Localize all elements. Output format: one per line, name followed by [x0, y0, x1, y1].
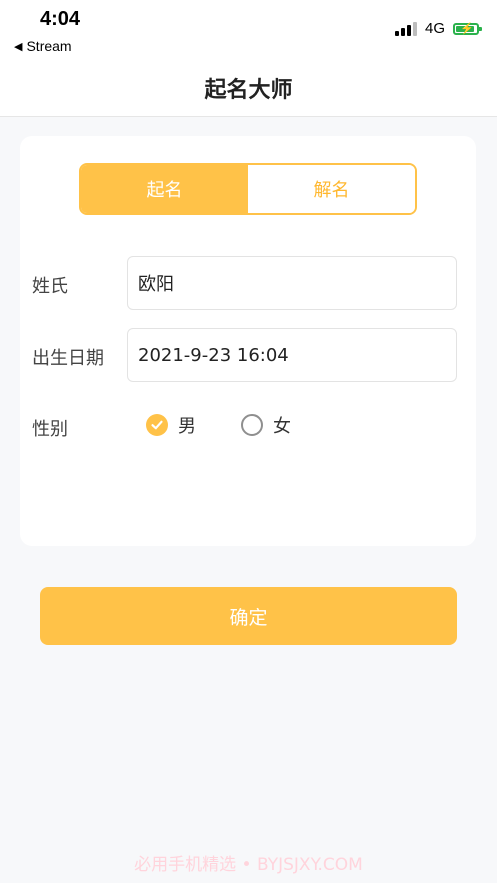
gender-label: 性别: [32, 419, 68, 440]
page-title: 起名大师: [204, 78, 293, 103]
surname-input[interactable]: [127, 256, 457, 310]
form-card: 起名 解名 姓氏 出生日期 性别 男 女: [20, 136, 476, 546]
surname-label: 姓氏: [32, 276, 68, 297]
surname-row: 姓氏: [20, 256, 476, 310]
status-bar: 4:04 ◀ Stream 4G ⚡: [0, 0, 497, 60]
gender-row: 性别 男 女: [20, 412, 476, 442]
back-to-stream-link[interactable]: ◀ Stream: [14, 38, 72, 54]
radio-empty-icon: [241, 414, 263, 436]
back-triangle-icon: ◀: [14, 40, 23, 53]
gender-female-radio[interactable]: 女: [241, 412, 291, 438]
battery-charging-icon: ⚡: [453, 22, 482, 35]
tab-naming[interactable]: 起名: [81, 165, 248, 213]
back-label: Stream: [26, 38, 72, 54]
birth-date-input[interactable]: [127, 328, 457, 382]
check-circle-icon: [146, 414, 168, 436]
birth-label: 出生日期: [32, 348, 104, 369]
status-time: 4:04: [40, 8, 81, 30]
status-indicators: 4G ⚡: [394, 20, 482, 37]
cellular-signal-icon: [394, 21, 417, 36]
confirm-button[interactable]: 确定: [40, 587, 457, 645]
network-type: 4G: [424, 20, 445, 37]
gender-female-label: 女: [273, 416, 291, 437]
gender-male-radio[interactable]: 男: [146, 412, 196, 438]
mode-segment: 起名 解名: [79, 163, 417, 215]
birth-row: 出生日期: [20, 328, 476, 382]
gender-male-label: 男: [178, 416, 196, 437]
nav-bar: 起名大师: [0, 60, 497, 117]
tab-interpret[interactable]: 解名: [248, 165, 415, 213]
watermark-text: 必用手机精选 • BYJSJXY.COM: [134, 855, 363, 875]
